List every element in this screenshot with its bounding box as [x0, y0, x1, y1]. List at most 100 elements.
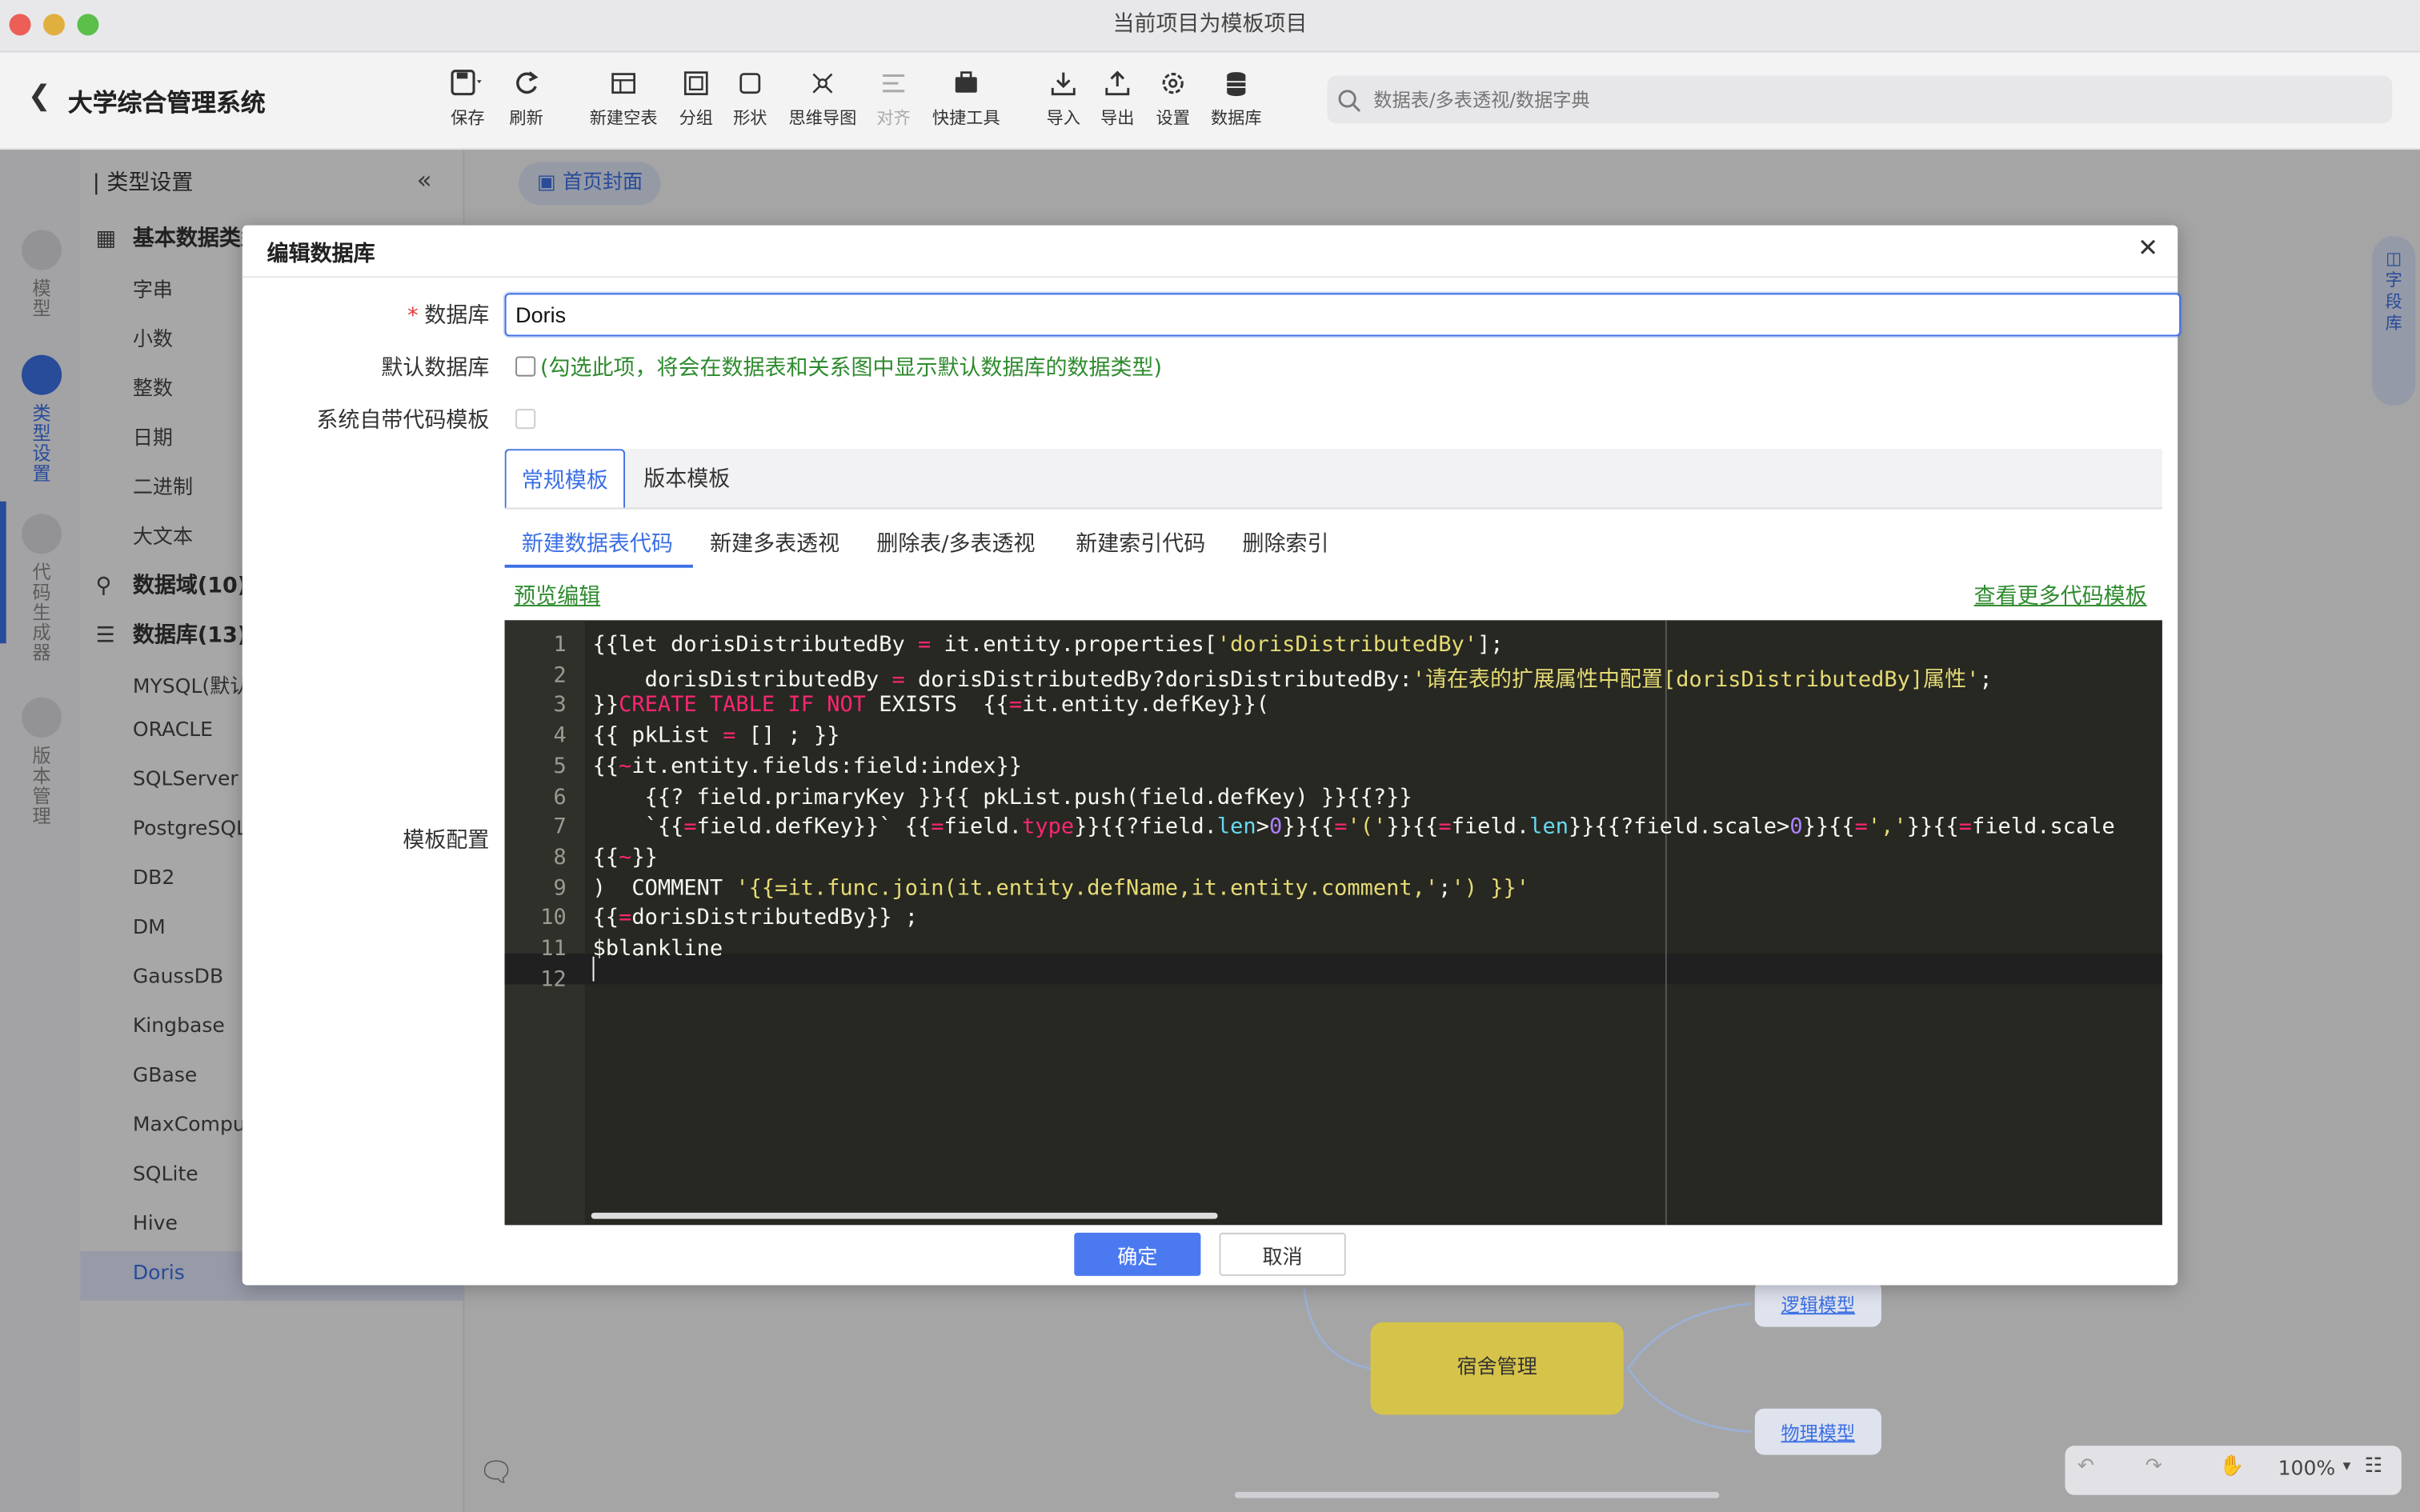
- line-number: 5: [553, 754, 567, 779]
- code-line: ) COMMENT '{{=it.func.join(it.entity.def…: [592, 875, 1530, 901]
- default-database-checkbox[interactable]: [515, 356, 536, 377]
- code-line: {{~}}: [592, 845, 658, 870]
- redo-icon[interactable]: ↷: [2146, 1455, 2162, 1478]
- system-template-checkbox[interactable]: [515, 409, 536, 430]
- tab-version-template[interactable]: 版本模板: [628, 449, 746, 507]
- code-editor[interactable]: 1 {{let dorisDistributedBy = it.entity.pr…: [504, 620, 2162, 1226]
- default-database-hint: (勾选此项，将会在数据表和关系图中显示默认数据库的数据类型): [539, 356, 1163, 382]
- subtab-create-table[interactable]: 新建数据表代码: [522, 528, 673, 559]
- edit-database-dialog: 编辑数据库 ✕ *数据库 默认数据库 (勾选此项，将会在数据表和关系图中显示默认…: [242, 225, 2182, 1286]
- new-table-icon: [611, 73, 635, 94]
- shape-icon: [739, 73, 761, 94]
- subtab-drop-table[interactable]: 删除表/多表透视: [876, 528, 1035, 559]
- chevron-down-icon[interactable]: ▾: [2343, 1458, 2351, 1474]
- preview-edit-link[interactable]: 预览编辑: [514, 580, 600, 611]
- code-line: {{=dorisDistributedBy}} ;: [592, 906, 918, 931]
- toolbar: ❮ 大学综合管理系统 保存 刷新 新建空表 分组 形状 思维导图 对齐 快捷工具…: [0, 52, 2420, 150]
- align-label: 对齐: [876, 107, 911, 129]
- mindmap-node-physical[interactable]: 物理模型: [1754, 1408, 1881, 1455]
- mindmap-node-logical[interactable]: 逻辑模型: [1754, 1280, 1881, 1327]
- zoom-controls: ↶ ↷ ✋ 100% ▾ ☷: [2065, 1446, 2402, 1495]
- comment-icon[interactable]: 🗨: [479, 1457, 514, 1490]
- database-field-label: * 数据库: [242, 299, 489, 330]
- canvas-scrollbar[interactable]: [1234, 1491, 1720, 1498]
- refresh-label: 刷新: [509, 107, 543, 129]
- search-box[interactable]: [1327, 75, 2393, 124]
- subtab-create-view[interactable]: 新建多表透视: [710, 528, 839, 559]
- refresh-button[interactable]: 刷新: [487, 68, 564, 130]
- mindmap-button[interactable]: 思维导图: [784, 68, 861, 130]
- confirm-button[interactable]: 确定: [1074, 1232, 1201, 1276]
- quick-tools-button[interactable]: 快捷工具: [928, 68, 1004, 130]
- line-number: 10: [540, 906, 567, 931]
- code-line: {{~it.entity.fields:field:index}}: [592, 754, 1023, 779]
- settings-label: 设置: [1156, 107, 1190, 129]
- tab-normal-template[interactable]: 常规模板: [504, 449, 626, 508]
- toolbox-icon: [955, 71, 977, 93]
- quick-tools-label: 快捷工具: [932, 107, 1000, 129]
- cancel-button[interactable]: 取消: [1219, 1232, 1346, 1276]
- settings-icon: [1162, 73, 1184, 94]
- back-icon[interactable]: ❮: [28, 80, 51, 112]
- line-number: 1: [553, 632, 567, 658]
- line-number: 7: [553, 814, 567, 840]
- shape-label: 形状: [733, 107, 767, 129]
- group-icon: [683, 71, 708, 95]
- database-button[interactable]: 数据库: [1198, 68, 1275, 130]
- code-line: dorisDistributedBy = dorisDistributedBy?…: [592, 667, 1993, 693]
- search-icon: [1338, 90, 1361, 112]
- active-line-highlight: [504, 953, 2162, 985]
- new-table-button[interactable]: 新建空表: [585, 68, 662, 130]
- line-number: 11: [540, 936, 567, 962]
- new-table-label: 新建空表: [589, 107, 658, 129]
- required-marker: *: [407, 303, 419, 329]
- system-template-label: 系统自带代码模板: [316, 409, 490, 434]
- code-line: {{let dorisDistributedBy = it.entity.pro…: [592, 632, 1504, 658]
- print-margin: [1665, 620, 1667, 1226]
- mindmap-link-logical[interactable]: 逻辑模型: [1781, 1294, 1856, 1316]
- line-number: 12: [540, 966, 567, 992]
- line-number: 6: [553, 784, 567, 810]
- subtab-active-underline: [504, 564, 693, 568]
- line-number: 4: [553, 723, 567, 749]
- shape-button[interactable]: 形状: [711, 68, 788, 130]
- code-line: {{? field.primaryKey }}{{ pkList.push(fi…: [592, 784, 1412, 810]
- zoom-level[interactable]: 100%: [2278, 1458, 2336, 1481]
- database-name-input[interactable]: [504, 293, 2182, 337]
- line-number: 2: [553, 662, 567, 688]
- hand-icon[interactable]: ✋: [2219, 1455, 2244, 1478]
- template-config-label: 模板配置: [403, 828, 490, 854]
- code-line: {{ pkList = [] ; }}: [592, 723, 840, 749]
- search-input[interactable]: [1373, 75, 2362, 124]
- close-icon[interactable]: ✕: [2138, 233, 2158, 262]
- database-icon: [1227, 72, 1246, 97]
- code-line: $blankline: [592, 936, 723, 962]
- mindmap-link-physical[interactable]: 物理模型: [1781, 1422, 1856, 1444]
- export-label: 导出: [1100, 107, 1135, 129]
- code-line: }}CREATE TABLE IF NOT EXISTS {{=it.entit…: [592, 693, 1270, 718]
- project-name: 大学综合管理系统: [67, 87, 266, 118]
- save-label: 保存: [451, 107, 485, 129]
- template-tabs: 常规模板 版本模板: [504, 449, 2162, 510]
- line-number: 3: [553, 693, 567, 718]
- mindmap-icon: [812, 73, 833, 94]
- refresh-icon: [516, 71, 539, 94]
- subtab-drop-index[interactable]: 删除索引: [1242, 528, 1328, 559]
- mindmap-label: 思维导图: [788, 107, 857, 129]
- dialog-title: 编辑数据库: [266, 242, 375, 267]
- book-icon[interactable]: ☷: [2365, 1455, 2382, 1478]
- save-icon: [451, 70, 482, 96]
- import-icon: [1051, 72, 1076, 96]
- align-button[interactable]: 对齐: [855, 68, 932, 130]
- dialog-header: 编辑数据库 ✕: [242, 226, 2178, 278]
- undo-icon[interactable]: ↶: [2077, 1455, 2094, 1478]
- subtab-create-index[interactable]: 新建索引代码: [1076, 528, 1205, 559]
- text-cursor: [592, 956, 595, 982]
- more-templates-link[interactable]: 查看更多代码模板: [1974, 580, 2147, 611]
- default-database-label: 默认数据库: [381, 356, 490, 382]
- mindmap-node-center[interactable]: 宿舍管理: [1370, 1322, 1624, 1415]
- line-number: 9: [553, 875, 567, 901]
- editor-horizontal-scrollbar[interactable]: [591, 1212, 1218, 1219]
- export-icon: [1105, 70, 1130, 96]
- align-icon: [883, 74, 905, 93]
